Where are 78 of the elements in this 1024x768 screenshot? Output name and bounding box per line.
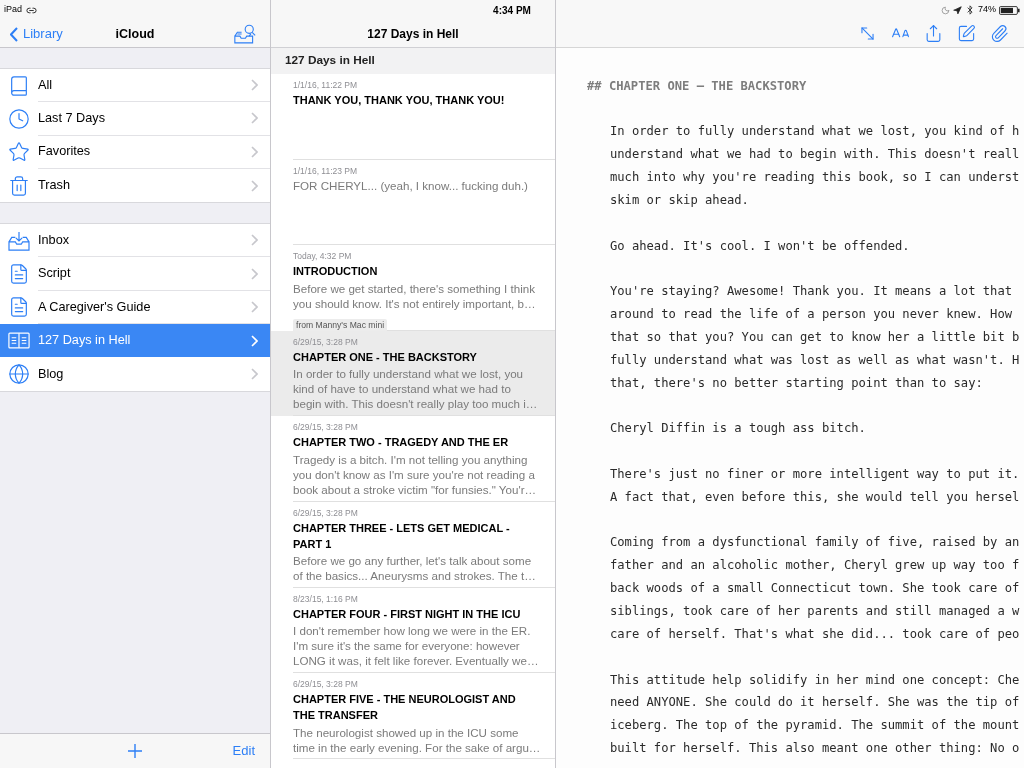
note-date: 6/29/15, 3:28 PM xyxy=(293,678,358,692)
note-date: 1/1/16, 11:22 PM xyxy=(293,79,358,92)
edit-button[interactable]: Edit xyxy=(232,741,270,761)
moon-icon xyxy=(940,5,950,15)
note-date: Today, 4:32 PM xyxy=(293,250,352,264)
sidebar-item[interactable]: Trash xyxy=(0,168,270,203)
sidebar-item[interactable]: Script xyxy=(0,257,270,291)
note-title: CHAPTER FOUR - FIRST NIGHT IN THE ICU xyxy=(293,606,521,622)
chevron-icon xyxy=(251,368,258,380)
note-date: 6/29/15, 3:28 PM xyxy=(293,335,358,349)
sidebar-item[interactable]: Favorites xyxy=(0,135,270,169)
section-header: 127 Days in Hell xyxy=(271,48,555,74)
note-preview: Before we get started, there's something I think you should know. It's not entirely important, b… xyxy=(293,280,536,311)
chevron-icon xyxy=(251,179,258,192)
sidebar-title: iCloud xyxy=(115,25,155,43)
paragraph-text: Coming from a dysfunctional family of five, raised by an father and an alcoholic mother, Cheryl grew up way too f back woods of a small Connecticut town. She took care of siblings, took care of her parents and still managed a w care of herself. That's what she did... took care of peo xyxy=(610,534,1020,643)
note-title: THANK YOU, THANK YOU, THANK YOU! xyxy=(293,93,505,108)
back-button[interactable]: Library xyxy=(0,24,63,44)
paragraph-text: You're staying? Awesome! Thank you. It means a lot that around to read the life of a person you never knew. How that so that you? You can get to know her a little bit b fully understand what was lost as well as what wasn't. H that, there's no better starting point than to say: xyxy=(610,283,1020,392)
sidebar-item[interactable]: Blog xyxy=(0,357,270,391)
note-title: CHAPTER TWO - TRAGEDY AND THE ER xyxy=(293,435,509,451)
note-preview: Tragedy is a bitch. I'm not telling you anything you don't know as I'm sure you're not reading a book about a stroke victim "for funsies." You'r… xyxy=(293,451,537,497)
chevron-icon xyxy=(251,300,258,313)
note-item[interactable]: 6/29/15, 3:28 PM CHAPTER ONE - THE BACKSTORY In order to fully understand what we lost, you kind of have to understand what we had to begin with. This doesn't really play too much i… xyxy=(271,330,555,417)
plus-icon[interactable] xyxy=(128,744,142,758)
list-title: 127 Days in Hell xyxy=(367,25,459,43)
chevron-icon xyxy=(251,334,258,347)
note-date: 8/23/15, 1:16 PM xyxy=(293,592,358,606)
note-preview: Before we go any further, let's talk about some of the basics... Aneurysms and strokes. The t… xyxy=(293,553,536,584)
note-title: CHAPTER THREE - LETS GET MEDICAL - PART 1 xyxy=(293,520,510,552)
note-date: 6/29/15, 3:28 PM xyxy=(293,506,358,520)
compose-icon[interactable] xyxy=(957,24,976,43)
note-title: CHAPTER ONE - THE BACKSTORY xyxy=(293,349,477,365)
paragraph-text: Go ahead. It's cool. I won't be offended. xyxy=(610,237,910,255)
chevron-icon xyxy=(251,267,258,280)
book-icon xyxy=(8,74,30,97)
note-date: 1/1/16, 11:23 PM xyxy=(293,164,358,178)
tray-arrow-icon xyxy=(8,230,30,251)
open-book-icon xyxy=(8,332,30,350)
clock-icon xyxy=(8,107,30,130)
battery-icon xyxy=(999,5,1020,15)
paperclip-icon[interactable] xyxy=(990,24,1009,43)
bluetooth-icon xyxy=(964,5,975,15)
sidebar-item[interactable]: All xyxy=(0,69,270,103)
star-icon xyxy=(8,141,30,164)
editor-heading: ## CHAPTER ONE — THE BACKSTORY xyxy=(587,77,807,95)
note-preview: FOR CHERYL... (yeah, I know... fucking duh.) xyxy=(293,177,528,193)
chevron-left-icon xyxy=(10,26,18,42)
expand-arrows-icon[interactable] xyxy=(858,24,877,43)
paragraph-text: In order to fully understand what we lost, you kind of h understand what we had to begin with. This doesn't reall much into why you're reading this book, so I can underst skim or skip ahead. xyxy=(610,123,1020,209)
paragraph-text: This attitude help solidify in her mind one concept: Che need ANYONE. She could do it herself. She was the tip of iceberg. The top of the pyramid. The summit of the mount built for herself. This also meant one other thing: No o xyxy=(610,671,1020,758)
location-arrow-icon xyxy=(952,5,962,15)
sidebar-item[interactable]: Last 7 Days xyxy=(0,102,270,136)
paragraph-text: There's just no finer or more intelligent way to put it. A fact that, even before this, she would tell you hersel xyxy=(610,465,1020,506)
sidebar-item[interactable]: A Caregiver's Guide xyxy=(0,290,270,325)
note-preview: The neurologist showed up in the ICU some time in the early evening. For the sake of argu… xyxy=(293,724,541,755)
paragraph-text: Cheryl Diffin is a tough ass bitch. xyxy=(610,420,866,438)
note-preview: I don't remember how long we were in the ER. I'm sure it's the same for everyone: however LONG it was, it felt like forever. Eventually we… xyxy=(293,623,539,669)
chevron-icon xyxy=(251,112,258,125)
note-title: CHAPTER FIVE - THE NEUROLOGIST AND THE TRANSFER xyxy=(293,692,516,724)
sidebar-item[interactable]: Inbox xyxy=(0,224,270,258)
sidebar-item[interactable]: 127 Days in Hell xyxy=(0,324,270,358)
chevron-icon xyxy=(251,79,258,92)
trash-icon xyxy=(8,174,30,197)
status-time: 4:34 PM xyxy=(493,3,531,18)
globe-icon xyxy=(8,363,30,385)
note-preview: In order to fully understand what we lost, you kind of have to understand what we had to begin with. This doesn't really play too much i… xyxy=(293,366,538,412)
note-date: 6/29/15, 3:28 PM xyxy=(293,421,358,435)
document-icon xyxy=(8,263,30,286)
source-tag: from Manny's Mac mini xyxy=(293,318,388,332)
share-icon[interactable] xyxy=(924,24,943,43)
note-title: INTRODUCTION xyxy=(293,264,378,280)
document-icon xyxy=(8,296,30,319)
battery-percent: 74% xyxy=(977,3,996,17)
chevron-icon xyxy=(251,234,258,247)
device-name: iPad xyxy=(4,3,22,17)
chevron-icon xyxy=(251,145,258,158)
tray-search-icon[interactable] xyxy=(234,24,256,44)
